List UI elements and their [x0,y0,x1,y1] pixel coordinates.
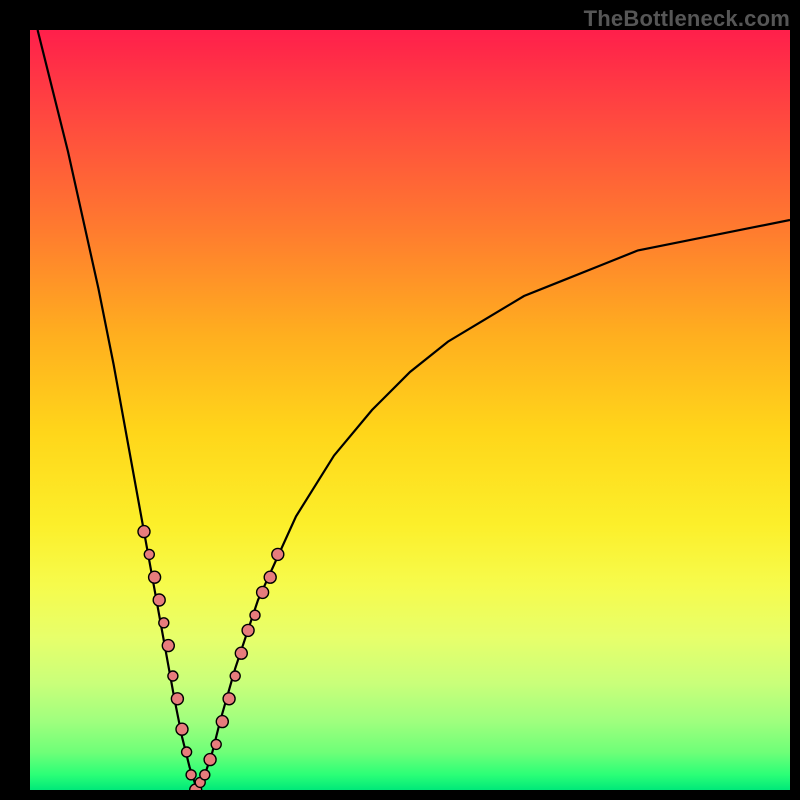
chart-frame: TheBottleneck.com [0,0,800,800]
sample-dot [257,586,269,598]
sample-dot [182,747,192,757]
sample-dot [272,548,284,560]
plot-area [30,30,790,790]
sample-dot [230,671,240,681]
sample-dot [264,571,276,583]
sample-dot [250,610,260,620]
sample-dot [235,647,247,659]
sample-dot [242,624,254,636]
sample-dot [223,693,235,705]
chart-svg [30,30,790,790]
sample-dot [162,640,174,652]
sample-dot [153,594,165,606]
bottleneck-curve [38,30,790,790]
sample-dot [204,754,216,766]
sample-dot [149,571,161,583]
sample-dot [171,693,183,705]
watermark-text: TheBottleneck.com [584,6,790,32]
sample-dot [159,618,169,628]
sample-dot [211,739,221,749]
sample-dot [168,671,178,681]
sample-dot [144,549,154,559]
sample-dot [176,723,188,735]
sample-dot [200,770,210,780]
sample-dot [216,716,228,728]
sample-dot [186,770,196,780]
sample-dot [138,526,150,538]
sample-dots-group [138,526,284,790]
